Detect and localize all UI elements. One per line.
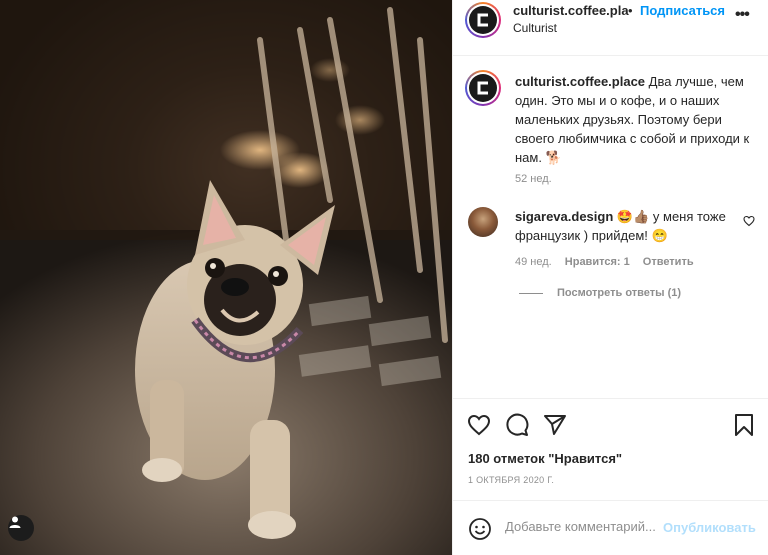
replies-divider: [519, 292, 543, 294]
author-username[interactable]: culturist.coffee.pla: [513, 3, 629, 18]
culturist-logo-icon: [477, 81, 488, 95]
comment-like-icon[interactable]: [743, 215, 755, 227]
heart-icon[interactable]: [467, 413, 491, 437]
post-header: culturist.coffee.pla • Подписаться Cultu…: [453, 0, 768, 56]
comment-icon[interactable]: [505, 413, 529, 437]
add-comment-bar: Опубликовать: [453, 500, 768, 555]
post-date[interactable]: 1 ОКТЯБРЯ 2020 Г.: [468, 475, 554, 485]
caption-username[interactable]: culturist.coffee.place: [515, 74, 645, 89]
post-photo[interactable]: [0, 0, 452, 555]
culturist-logo-icon: [477, 13, 488, 27]
comment-input[interactable]: [505, 519, 665, 534]
author-subtitle[interactable]: Culturist: [513, 21, 557, 35]
comment-timestamp[interactable]: 49 нед.: [515, 256, 552, 268]
photo-french-bulldog: [0, 0, 452, 555]
comment-username[interactable]: sigareva.design: [515, 209, 613, 224]
reply-button[interactable]: Ответить: [643, 256, 694, 268]
post-caption: culturist.coffee.place Два лучше, чем од…: [515, 72, 755, 167]
caption-timestamp[interactable]: 52 нед.: [515, 173, 552, 185]
author-avatar[interactable]: [465, 2, 501, 38]
follow-button[interactable]: Подписаться: [640, 3, 725, 18]
share-icon[interactable]: [543, 413, 567, 437]
comment-likes-count[interactable]: Нравится: 1: [565, 256, 630, 268]
user-tag-icon: [9, 516, 21, 528]
view-replies-label: Посмотреть ответы (1): [557, 287, 682, 299]
emoji-icon[interactable]: [468, 517, 492, 541]
user-tag-button[interactable]: [8, 515, 34, 541]
bookmark-icon[interactable]: [733, 413, 755, 437]
caption-avatar[interactable]: [465, 70, 501, 106]
commenter-avatar[interactable]: [468, 207, 498, 237]
publish-button[interactable]: Опубликовать: [663, 520, 756, 535]
view-replies-button[interactable]: Посмотреть ответы (1): [519, 287, 681, 299]
comment-meta: 49 нед. Нравится: 1 Ответить: [515, 256, 704, 268]
comment: sigareva.design 🤩👍🏽 у меня тоже французи…: [515, 207, 735, 245]
separator-dot: •: [628, 3, 633, 18]
likes-count[interactable]: 180 отметок "Нравится": [468, 451, 622, 466]
post-side-panel: culturist.coffee.pla • Подписаться Cultu…: [452, 0, 768, 555]
post-actions: [453, 398, 768, 448]
more-icon[interactable]: •••: [735, 6, 750, 24]
